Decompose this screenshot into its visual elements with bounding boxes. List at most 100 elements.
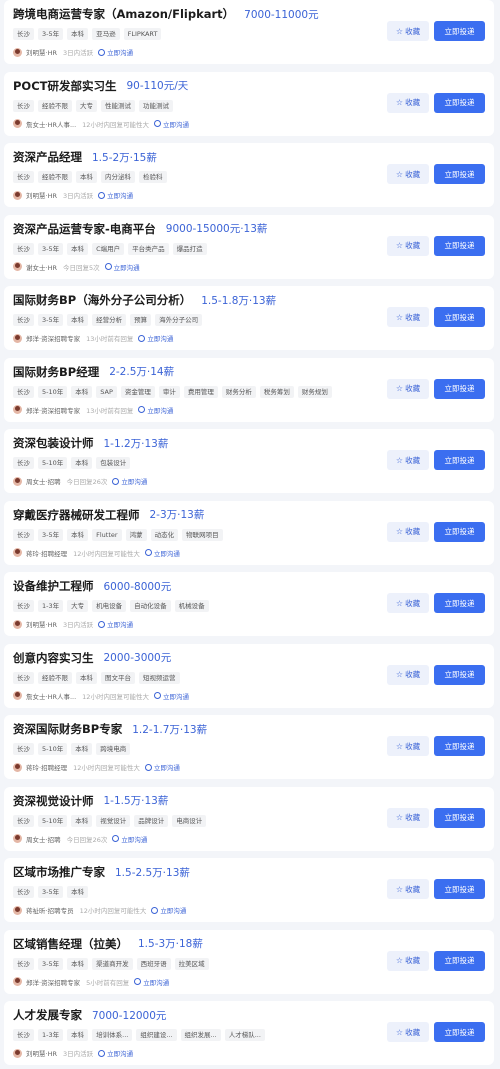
job-title[interactable]: 国际财务BP（海外分子公司分析）: [13, 292, 191, 308]
job-card[interactable]: 资深包装设计师 1-1.2万·13薪 长沙 5-10年 本科 包装设计 周女士·招聘 …: [4, 429, 494, 493]
favorite-button[interactable]: ☆ 收藏: [387, 950, 429, 971]
chat-button[interactable]: 立即沟通: [98, 1048, 133, 1058]
chat-button[interactable]: 立即沟通: [98, 47, 133, 57]
job-title[interactable]: 穿戴医疗器械研发工程师: [13, 507, 140, 523]
job-title[interactable]: 资深国际财务BP专家: [13, 721, 122, 737]
job-title[interactable]: 区域市场推广专家: [13, 864, 105, 880]
favorite-button[interactable]: ☆ 收藏: [387, 164, 429, 184]
chat-button[interactable]: 立即沟通: [104, 262, 140, 272]
job-card[interactable]: 区域销售经理（拉美） 1.5-3万·18薪 长沙 3-5年 本科 渠道商开发 西班牙语拉…: [4, 929, 494, 994]
job-card[interactable]: 资深产品运营专家-电商平台 9000-15000元·13薪 长沙 3-5年 本科 C端…: [4, 214, 494, 279]
favorite-button[interactable]: ☆ 收藏: [387, 450, 429, 470]
job-tag: 自动化设备: [130, 600, 171, 612]
chat-button[interactable]: 立即沟通: [112, 834, 147, 844]
apply-button[interactable]: 立即投递: [434, 736, 485, 756]
job-tag: 经验不限: [38, 99, 72, 112]
job-title[interactable]: 资深视觉设计师: [13, 793, 94, 809]
apply-button[interactable]: 立即投递: [434, 307, 485, 327]
favorite-button[interactable]: ☆ 收藏: [387, 21, 429, 41]
favorite-label: 收藏: [405, 741, 421, 751]
chat-button[interactable]: 立即沟通: [144, 762, 180, 772]
chat-button[interactable]: 立即沟通: [112, 476, 147, 486]
job-card[interactable]: 穿戴医疗器械研发工程师 2-3万·13薪 长沙 3-5年 本科 Flutter 鸿蒙 动态…: [4, 500, 494, 565]
favorite-button[interactable]: ☆ 收藏: [387, 879, 429, 899]
job-card[interactable]: 国际财务BP经理 2-2.5万·14薪 长沙 5-10年 本科 SAP 资金管理 审计 费用…: [4, 357, 494, 422]
job-title[interactable]: 资深产品运营专家-电商平台: [13, 221, 156, 237]
job-tag: 动态化: [150, 528, 179, 541]
chat-button[interactable]: 立即沟通: [151, 905, 186, 915]
chat-button[interactable]: 立即沟通: [153, 119, 189, 129]
chat-button[interactable]: 立即沟通: [98, 619, 133, 629]
job-title-row: 资深产品运营专家-电商平台 9000-15000元·13薪: [13, 219, 267, 239]
apply-button[interactable]: 立即投递: [434, 21, 485, 41]
job-title[interactable]: 设备维护工程师: [13, 578, 94, 594]
chat-icon: [134, 978, 142, 985]
recruiter-name: 郑洋·资深招聘专家: [26, 335, 81, 343]
job-tag: 长沙: [13, 528, 34, 541]
job-title[interactable]: 资深包装设计师: [13, 435, 94, 451]
job-tag: 机电设备: [92, 600, 127, 612]
chat-button[interactable]: 立即沟通: [134, 977, 169, 987]
chat-label: 立即沟通: [121, 478, 148, 486]
job-card[interactable]: 跨境电商运营专家（Amazon/Flipkart） 7000-11000元 长沙…: [4, 0, 494, 64]
job-title[interactable]: 资深产品经理: [13, 149, 82, 165]
job-card[interactable]: 资深产品经理 1.5-2万·15薪 长沙 经验不限 本科 内分泌科 检验科 刘明慧·HR…: [4, 143, 494, 207]
job-card[interactable]: 人才发展专家 7000-12000元 长沙 1-3年 本科 培训体系... 组织建设..…: [4, 1001, 494, 1065]
favorite-button[interactable]: ☆ 收藏: [387, 593, 429, 613]
star-icon: ☆: [395, 169, 404, 179]
job-card[interactable]: 资深视觉设计师 1-1.5万·13薪 长沙 5-10年 本科 视觉设计 品牌设计 电商设计…: [4, 786, 494, 851]
favorite-button[interactable]: ☆ 收藏: [387, 807, 429, 828]
job-card[interactable]: 资深国际财务BP专家 1.2-1.7万·13薪 长沙 5-10年 本科 跨境电商 蒋玲…: [4, 715, 494, 779]
apply-button[interactable]: 立即投递: [434, 807, 485, 828]
apply-label: 立即投递: [444, 884, 475, 894]
job-tag: 品牌设计: [134, 814, 169, 827]
avatar: [13, 476, 22, 486]
favorite-button[interactable]: ☆ 收藏: [387, 378, 429, 399]
chat-button[interactable]: 立即沟通: [98, 190, 133, 200]
apply-label: 立即投递: [444, 956, 475, 965]
job-title[interactable]: 跨境电商运营专家（Amazon/Flipkart）: [13, 6, 234, 22]
job-title[interactable]: 国际财务BP经理: [13, 364, 99, 380]
favorite-button[interactable]: ☆ 收藏: [387, 235, 429, 256]
job-tag: 本科: [76, 171, 97, 183]
favorite-button[interactable]: ☆ 收藏: [387, 521, 429, 542]
apply-button[interactable]: 立即投递: [434, 378, 485, 399]
chat-button[interactable]: 立即沟通: [138, 333, 173, 343]
favorite-button[interactable]: ☆ 收藏: [387, 736, 429, 756]
job-salary: 1-1.2万·13薪: [103, 437, 169, 450]
job-tag: 大专: [67, 600, 89, 612]
recruiter-row: 周女士·招聘 今日回复26次 立即沟通: [13, 476, 147, 486]
job-card[interactable]: 区域市场推广专家 1.5-2.5万·13薪 长沙 3-5年 本科 蒋祉昕·招聘专员 …: [4, 858, 494, 922]
apply-button[interactable]: 立即投递: [434, 450, 485, 470]
apply-button[interactable]: 立即投递: [434, 164, 485, 184]
job-title[interactable]: POCT研发部实习生: [13, 78, 117, 94]
apply-button[interactable]: 立即投递: [434, 92, 485, 113]
apply-button[interactable]: 立即投递: [434, 1022, 485, 1042]
job-title[interactable]: 区域销售经理（拉美）: [13, 936, 128, 952]
chat-button[interactable]: 立即沟通: [144, 548, 180, 558]
chat-button[interactable]: 立即沟通: [153, 691, 189, 701]
favorite-button[interactable]: ☆ 收藏: [387, 307, 429, 327]
favorite-button[interactable]: ☆ 收藏: [387, 92, 429, 113]
job-tag: 长沙: [13, 314, 34, 326]
recruiter-name: 周女士·招聘: [26, 478, 61, 486]
recruiter-name: 刘明慧·HR: [26, 49, 57, 57]
apply-button[interactable]: 立即投递: [434, 521, 485, 542]
apply-button[interactable]: 立即投递: [434, 879, 485, 899]
favorite-button[interactable]: ☆ 收藏: [387, 1022, 429, 1042]
avatar: [13, 405, 22, 414]
apply-button[interactable]: 立即投递: [434, 664, 485, 685]
job-card[interactable]: 设备维护工程师 6000-8000元 长沙 1-3年 大专 机电设备 自动化设备 机械设备…: [4, 572, 494, 636]
job-title[interactable]: 人才发展专家: [13, 1007, 82, 1023]
job-title[interactable]: 创意内容实习生: [13, 650, 94, 666]
job-card[interactable]: 国际财务BP（海外分子公司分析） 1.5-1.8万·13薪 长沙 3-5年 本科 经营…: [4, 286, 494, 350]
job-card[interactable]: POCT研发部实习生 90-110元/天 长沙 经验不限 大专 性能测试 功能测试 詹女…: [4, 71, 494, 136]
favorite-label: 收藏: [405, 527, 421, 536]
apply-button[interactable]: 立即投递: [434, 235, 485, 256]
job-tag: 渠道商开发: [92, 957, 133, 970]
apply-button[interactable]: 立即投递: [434, 593, 485, 613]
apply-button[interactable]: 立即投递: [434, 950, 485, 971]
chat-button[interactable]: 立即沟通: [138, 405, 173, 415]
job-card[interactable]: 创意内容实习生 2000-3000元 长沙 经验不限 本科 图文平台 短视频运营 詹女士…: [4, 643, 494, 708]
favorite-button[interactable]: ☆ 收藏: [387, 664, 429, 685]
